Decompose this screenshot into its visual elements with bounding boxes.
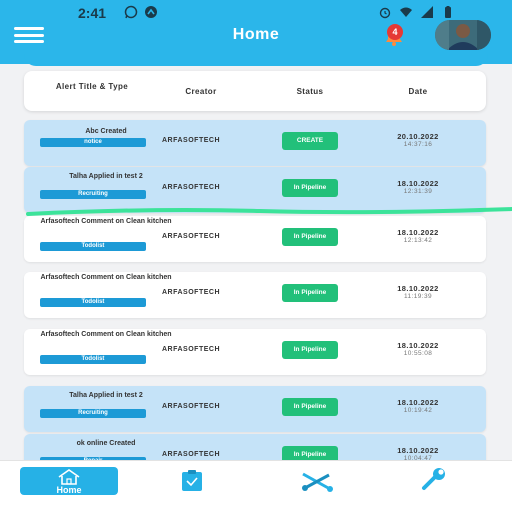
alert-time: 10:55:08 [403,350,433,357]
alert-row[interactable]: Arfasoftech Comment on Clean kitchen Todo… [24,329,486,375]
repair-tools-icon[interactable] [300,469,336,493]
alert-title: Talha Applied in test 2 [69,392,143,399]
alert-title: ok online Created [76,440,136,447]
column-header-creator: Creator [185,87,217,96]
wifi-icon [400,7,412,17]
alert-title: Talha Applied in test 2 [69,173,143,180]
alert-time: 12:31:39 [403,188,433,195]
alert-date: 18.10.2022 [397,179,439,188]
alert-creator: ARFASOFTECH [162,184,220,191]
alert-row[interactable]: Arfasoftech Comment on Clean kitchen Todo… [24,216,486,262]
wrench-icon[interactable] [420,467,448,491]
alert-creator: ARFASOFTECH [162,403,220,410]
column-header-title: Alert Title & Type [55,82,129,91]
alert-status-button[interactable]: In Pipeline [282,179,338,197]
alert-creator: ARFASOFTECH [162,451,220,458]
alert-status-button[interactable]: In Pipeline [282,228,338,246]
alert-time: 14:37:16 [403,141,433,148]
signal-icon [421,6,433,18]
alert-type-badge: Recruiting [40,409,146,418]
alert-creator: ARFASOFTECH [162,346,220,353]
alert-type-badge: Recruiting [40,190,146,199]
alert-status-button[interactable]: In Pipeline [282,341,338,359]
clipboard-icon[interactable] [178,469,206,493]
alert-title: Arfasoftech Comment on Clean kitchen [40,331,172,338]
alarm-icon [379,7,391,19]
alert-date: 18.10.2022 [397,228,439,237]
alert-creator: ARFASOFTECH [162,289,220,296]
bottom-navigation: Home [0,460,512,512]
alert-status-button[interactable]: In Pipeline [282,284,338,302]
alert-type-badge: Todolist [40,355,146,364]
avatar[interactable] [435,20,491,50]
alert-date: 18.10.2022 [397,398,439,407]
alert-title: Arfasoftech Comment on Clean kitchen [40,218,172,225]
alert-row[interactable]: Talha Applied in test 2 Recruiting ARFASOF… [24,386,486,432]
nav-home-label: Home [56,485,82,495]
alert-type-badge: notice [40,138,146,147]
alert-date: 18.10.2022 [397,341,439,350]
alert-date: 18.10.2022 [397,284,439,293]
alert-time: 11:19:39 [403,293,433,300]
header-curve [24,52,488,66]
alert-type-badge: Todolist [40,298,146,307]
table-header: Alert Title & Type Creator Status Date [24,71,486,111]
alert-type-badge: Todolist [40,242,146,251]
alert-date: 18.10.2022 [397,446,439,455]
home-icon [58,469,80,485]
column-header-status: Status [296,87,324,96]
status-bar: 2:41 [0,0,512,22]
app-notification-icon [145,6,157,18]
notification-badge: 4 [387,24,403,40]
alert-title: Arfasoftech Comment on Clean kitchen [40,274,172,281]
column-header-date: Date [408,87,428,96]
status-time: 2:41 [78,5,107,21]
alert-status-button[interactable]: In Pipeline [282,398,338,416]
alert-date: 20.10.2022 [397,132,439,141]
alert-row[interactable]: Abc Created notice ARFASOFTECH CREATE 20.10.… [24,120,486,166]
alert-row[interactable]: Talha Applied in test 2 Recruiting ARFASOF… [24,167,486,213]
alert-title: Abc Created [85,128,127,135]
alert-status-button[interactable]: CREATE [282,132,338,150]
alert-time: 10:19:42 [403,407,433,414]
nav-home-button[interactable]: Home [20,467,118,495]
alert-time: 12:13:42 [403,237,433,244]
battery-icon [445,6,451,18]
alert-creator: ARFASOFTECH [162,137,220,144]
whatsapp-icon [124,5,138,19]
alert-creator: ARFASOFTECH [162,233,220,240]
alert-row[interactable]: Arfasoftech Comment on Clean kitchen Todo… [24,272,486,318]
